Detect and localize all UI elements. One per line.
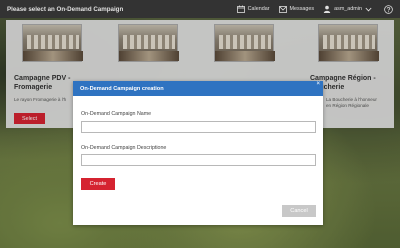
campaign-description-label: On-Demand Campaign Descriptione — [81, 145, 167, 151]
create-button[interactable]: Create — [81, 178, 115, 190]
dialog-title: On-Demand Campaign creation — [80, 85, 164, 92]
close-icon[interactable]: × — [316, 81, 320, 87]
campaign-description-input[interactable] — [81, 154, 316, 166]
cancel-button[interactable]: Cancel — [282, 205, 316, 217]
campaign-name-label: On-Demand Campaign Name — [81, 111, 152, 117]
campaign-creation-dialog: On-Demand Campaign creation × On-Demand … — [73, 81, 323, 225]
dialog-header: On-Demand Campaign creation × — [73, 81, 323, 96]
campaign-name-input[interactable] — [81, 121, 316, 133]
